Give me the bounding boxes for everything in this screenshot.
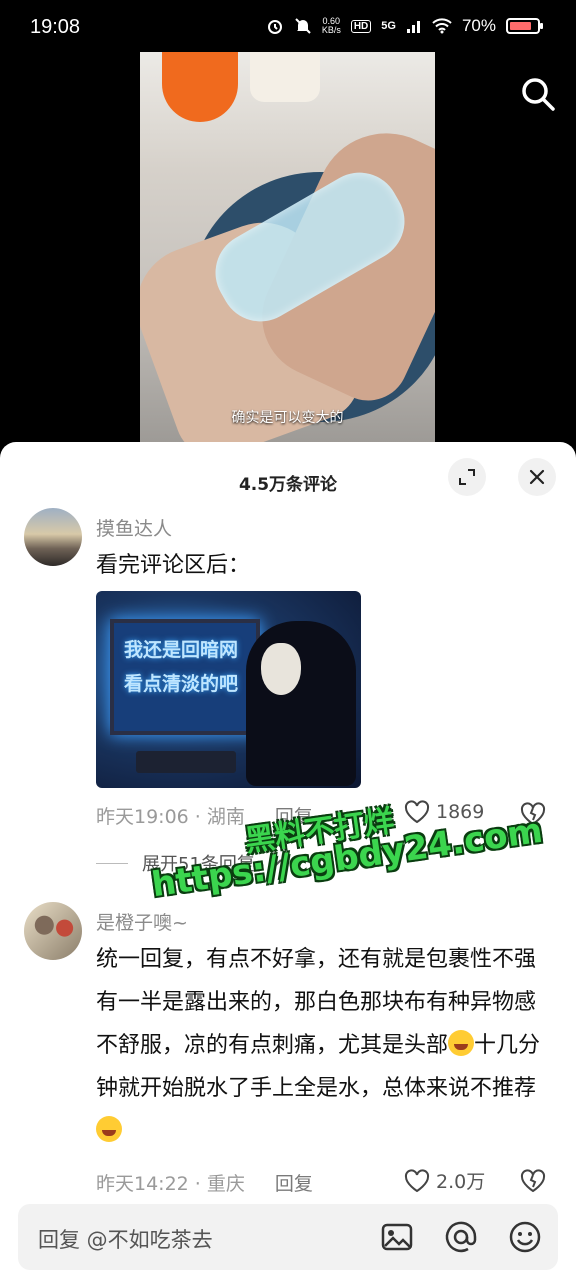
comments-count-title: 4.5万条评论: [238, 475, 338, 495]
signal-label: 5G: [381, 19, 396, 32]
image-icon[interactable]: [380, 1220, 414, 1254]
expand-panel-button[interactable]: [448, 458, 486, 496]
comment-text: 统一回复，有点不好拿，还有就是包裹性不强有一半是露出来的，那白色那块布有种异物感…: [96, 938, 546, 1153]
emoji-icon[interactable]: [508, 1220, 542, 1254]
heart-icon: [404, 800, 430, 824]
avatar[interactable]: [24, 508, 82, 566]
comment-time-location: 昨天14:22 · 重庆: [96, 1173, 245, 1195]
meme-text-line2: 看点清淡的吧: [124, 673, 239, 695]
crying-emoji-icon: [448, 1030, 475, 1056]
expand-icon: [459, 469, 475, 485]
comment-username[interactable]: 摸鱼达人: [96, 514, 172, 541]
meme-text: 我还是回暗网 看点清淡的吧: [124, 633, 244, 701]
comment-username[interactable]: 是橙子噢~: [96, 908, 188, 935]
video-player[interactable]: 确实是可以变大的: [0, 52, 576, 452]
comment-meta: 昨天14:22 · 重庆 回复: [96, 1169, 313, 1196]
at-icon[interactable]: [444, 1220, 478, 1254]
like-button[interactable]: 2.0万: [404, 1167, 485, 1194]
video-frame: 确实是可以变大的: [140, 52, 435, 444]
close-icon: [529, 469, 545, 485]
comment-time-location: 昨天19:06 · 湖南: [96, 806, 245, 828]
mute-icon: [295, 18, 311, 34]
avatar[interactable]: [24, 902, 82, 960]
hd-badge: HD: [350, 19, 372, 33]
comment-text: 看完评论区后：: [96, 553, 251, 578]
video-object-plunger: [162, 52, 238, 122]
laughing-emoji-icon: [96, 1116, 122, 1142]
video-subtitle: 确实是可以变大的: [231, 410, 344, 426]
comment-image[interactable]: 我还是回暗网 看点清淡的吧: [96, 591, 361, 788]
video-object-cup: [250, 52, 320, 102]
reply-button[interactable]: 回复: [275, 1169, 313, 1196]
close-panel-button[interactable]: [518, 458, 556, 496]
like-count: 2.0万: [436, 1171, 486, 1193]
status-bar: 19:08 0.60 KB/s HD 5G 70%: [0, 0, 576, 58]
reply-input-placeholder[interactable]: 回复 @不如吃茶去: [38, 1224, 213, 1254]
alarm-icon: [267, 20, 282, 34]
meme-mask: [261, 643, 301, 695]
heart-icon: [404, 1168, 430, 1192]
broken-heart-icon[interactable]: [520, 1169, 546, 1193]
meme-keyboard: [136, 751, 236, 773]
divider: [96, 862, 128, 864]
status-icons: 0.60 KB/s HD 5G 70%: [266, 16, 543, 36]
battery-percent: 70%: [461, 16, 496, 35]
search-icon[interactable]: [518, 74, 558, 114]
reply-input-bar[interactable]: 回复 @不如吃茶去: [18, 1204, 558, 1270]
signal-icon: [406, 21, 420, 33]
status-time: 19:08: [30, 16, 81, 38]
wifi-icon: [432, 18, 452, 34]
net-speed: 0.60 KB/s: [322, 17, 341, 35]
meme-hacker: [246, 621, 356, 786]
meme-text-line1: 我还是回暗网: [124, 639, 239, 661]
net-speed-unit: KB/s: [321, 25, 341, 35]
battery-icon: [506, 18, 543, 34]
